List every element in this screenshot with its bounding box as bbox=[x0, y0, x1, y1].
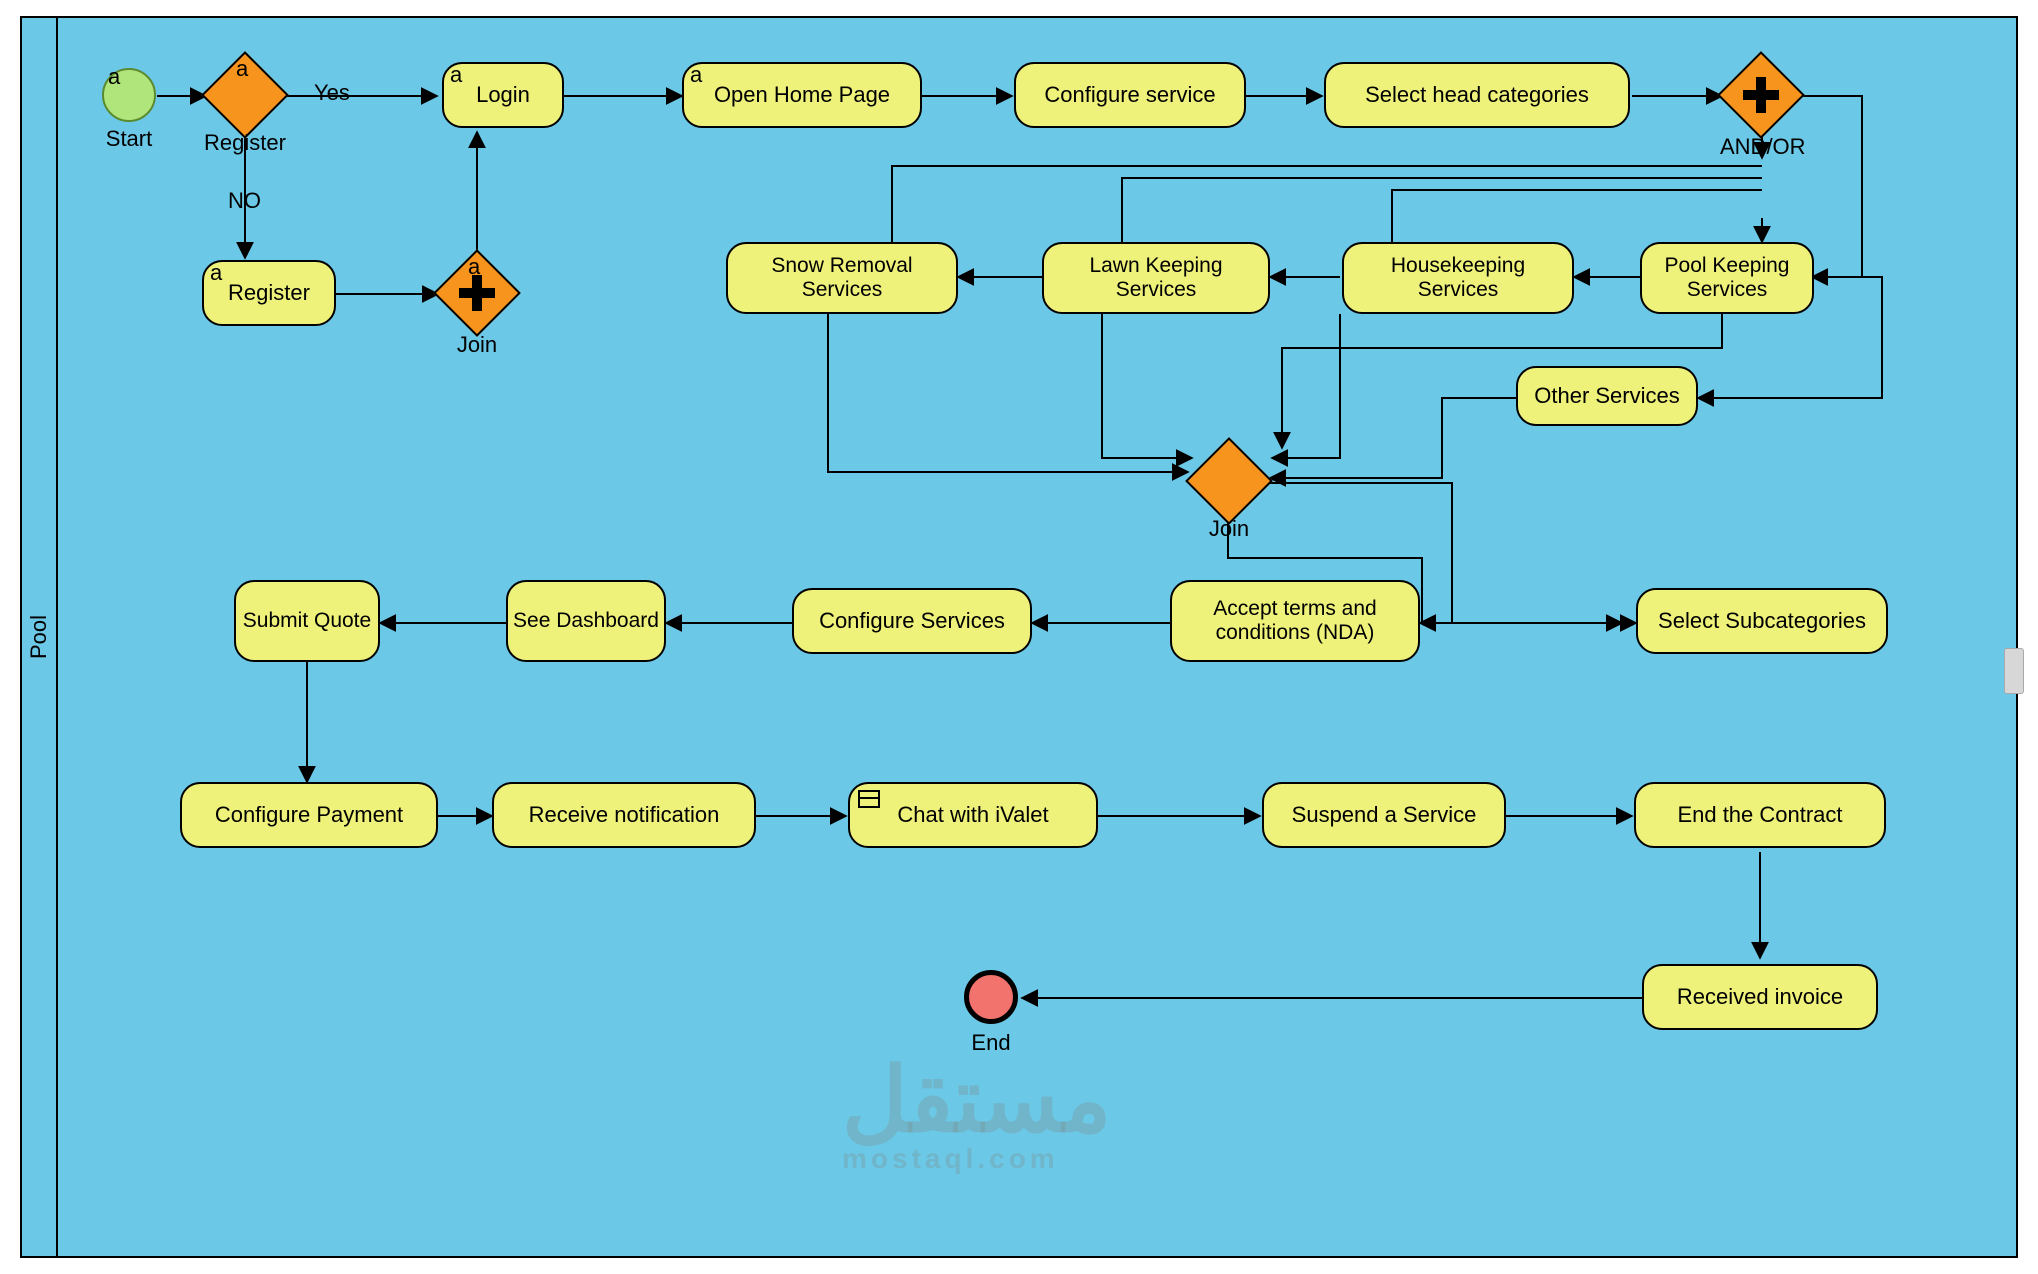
annotation-mark: a bbox=[468, 254, 480, 280]
task-see-dashboard[interactable]: See Dashboard bbox=[506, 580, 666, 662]
task-label: Select Subcategories bbox=[1658, 608, 1866, 633]
task-label: Login bbox=[476, 82, 530, 107]
task-label: Pool Keeping Services bbox=[1646, 254, 1808, 302]
watermark: مستقل mostaql.com bbox=[842, 1048, 1111, 1175]
task-chat[interactable]: Chat with iValet bbox=[848, 782, 1098, 848]
gateway-join1[interactable]: a bbox=[446, 262, 508, 324]
task-select-subcategories[interactable]: Select Subcategories bbox=[1636, 588, 1888, 654]
annotation-mark: a bbox=[690, 62, 702, 87]
pool[interactable]: Pool bbox=[20, 16, 2018, 1258]
task-label: Suspend a Service bbox=[1292, 802, 1477, 827]
annotation-mark: a bbox=[236, 56, 248, 82]
task-open-home[interactable]: a Open Home Page bbox=[682, 62, 922, 128]
table-icon bbox=[858, 790, 880, 808]
task-label: Chat with iValet bbox=[897, 802, 1048, 827]
annotation-mark: a bbox=[450, 62, 462, 87]
annotation-mark: a bbox=[108, 64, 120, 90]
task-submit-quote[interactable]: Submit Quote bbox=[234, 580, 380, 662]
task-label: End the Contract bbox=[1677, 802, 1842, 827]
task-label: See Dashboard bbox=[513, 609, 659, 633]
gateway-join2-label: Join bbox=[1204, 516, 1254, 542]
edge-label-yes: Yes bbox=[314, 80, 350, 106]
task-received-invoice[interactable]: Received invoice bbox=[1642, 964, 1878, 1030]
task-suspend[interactable]: Suspend a Service bbox=[1262, 782, 1506, 848]
task-label: Configure Payment bbox=[215, 802, 403, 827]
task-label: Configure Services bbox=[819, 608, 1005, 633]
start-label: Start bbox=[96, 126, 162, 152]
task-lawn[interactable]: Lawn Keeping Services bbox=[1042, 242, 1270, 314]
start-event[interactable]: a bbox=[102, 68, 156, 122]
task-configure-service[interactable]: Configure service bbox=[1014, 62, 1246, 128]
task-label: Configure service bbox=[1044, 82, 1215, 107]
task-receive-notification[interactable]: Receive notification bbox=[492, 782, 756, 848]
gateway-join1-label: Join bbox=[452, 332, 502, 358]
task-label: Select head categories bbox=[1365, 82, 1589, 107]
plus-icon bbox=[1730, 64, 1792, 126]
task-login[interactable]: a Login bbox=[442, 62, 564, 128]
gateway-register[interactable]: a bbox=[214, 64, 276, 126]
task-accept-terms[interactable]: Accept terms and conditions (NDA) bbox=[1170, 580, 1420, 662]
edge-label-no: NO bbox=[228, 188, 261, 214]
gateway-register-label: Register bbox=[204, 130, 286, 156]
task-label: Register bbox=[228, 280, 310, 305]
task-other[interactable]: Other Services bbox=[1516, 366, 1698, 426]
task-label: Received invoice bbox=[1677, 984, 1843, 1009]
task-label: Submit Quote bbox=[243, 609, 371, 633]
task-end-contract[interactable]: End the Contract bbox=[1634, 782, 1886, 848]
task-register[interactable]: a Register bbox=[202, 260, 336, 326]
task-configure-payment[interactable]: Configure Payment bbox=[180, 782, 438, 848]
task-snow[interactable]: Snow Removal Services bbox=[726, 242, 958, 314]
task-label: Housekeeping Services bbox=[1348, 254, 1568, 302]
bpmn-canvas: Pool bbox=[0, 0, 2038, 1274]
task-configure-services[interactable]: Configure Services bbox=[792, 588, 1032, 654]
task-select-head[interactable]: Select head categories bbox=[1324, 62, 1630, 128]
task-label: Snow Removal Services bbox=[732, 254, 952, 302]
task-house[interactable]: Housekeeping Services bbox=[1342, 242, 1574, 314]
end-event[interactable] bbox=[964, 970, 1018, 1024]
task-label: Open Home Page bbox=[714, 82, 890, 107]
task-label: Other Services bbox=[1534, 383, 1680, 408]
gateway-join2[interactable] bbox=[1198, 450, 1260, 512]
gateway-andor[interactable] bbox=[1730, 64, 1792, 126]
task-label: Receive notification bbox=[529, 802, 720, 827]
annotation-mark: a bbox=[210, 260, 222, 285]
resize-handle[interactable] bbox=[2004, 648, 2024, 694]
gateway-andor-label: AND/OR bbox=[1720, 134, 1804, 160]
task-pool[interactable]: Pool Keeping Services bbox=[1640, 242, 1814, 314]
task-label: Accept terms and conditions (NDA) bbox=[1176, 597, 1414, 645]
watermark-main: مستقل bbox=[842, 1051, 1111, 1151]
task-label: Lawn Keeping Services bbox=[1048, 254, 1264, 302]
